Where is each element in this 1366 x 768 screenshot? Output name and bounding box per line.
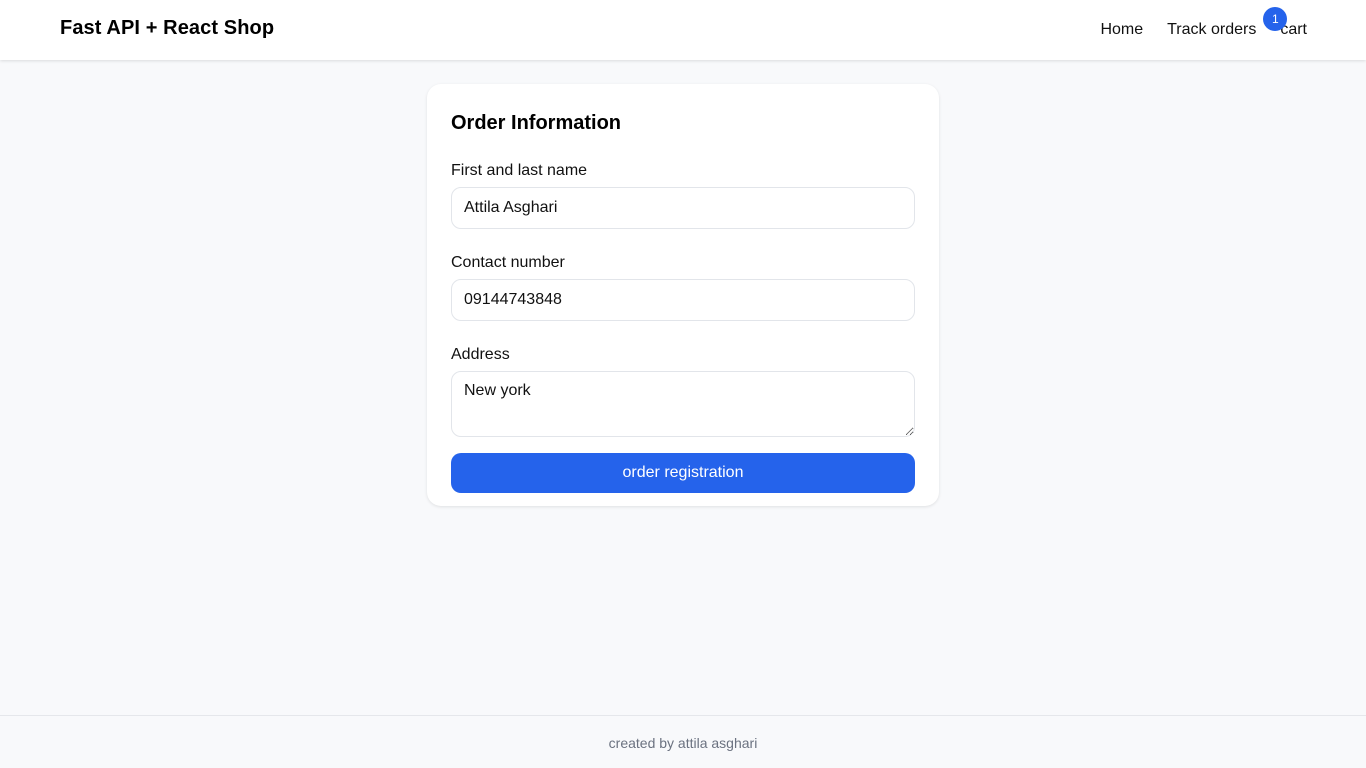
contact-number-input[interactable] xyxy=(451,279,915,321)
name-input[interactable] xyxy=(451,187,915,229)
form-title: Order Information xyxy=(451,112,622,134)
nav-links: Home Track orders 1 cart xyxy=(1100,7,1307,40)
nav-cart-link[interactable]: 1 cart xyxy=(1263,7,1307,40)
contact-label: Contact number xyxy=(451,254,565,271)
page-footer: created by attila asghari xyxy=(0,715,1366,768)
address-label: Address xyxy=(451,346,510,363)
nav-track-orders-link[interactable]: Track orders xyxy=(1167,20,1256,40)
nav-home-link[interactable]: Home xyxy=(1100,20,1143,40)
site-brand[interactable]: Fast API + React Shop xyxy=(60,17,274,40)
order-registration-button[interactable]: order registration xyxy=(451,453,915,493)
name-label: First and last name xyxy=(451,162,588,179)
footer-credit: created by attila asghari xyxy=(608,735,758,751)
top-navbar: Fast API + React Shop Home Track orders … xyxy=(0,0,1366,60)
order-information-card: Order Information First and last name Co… xyxy=(427,84,939,506)
address-textarea[interactable]: New york xyxy=(451,371,915,437)
